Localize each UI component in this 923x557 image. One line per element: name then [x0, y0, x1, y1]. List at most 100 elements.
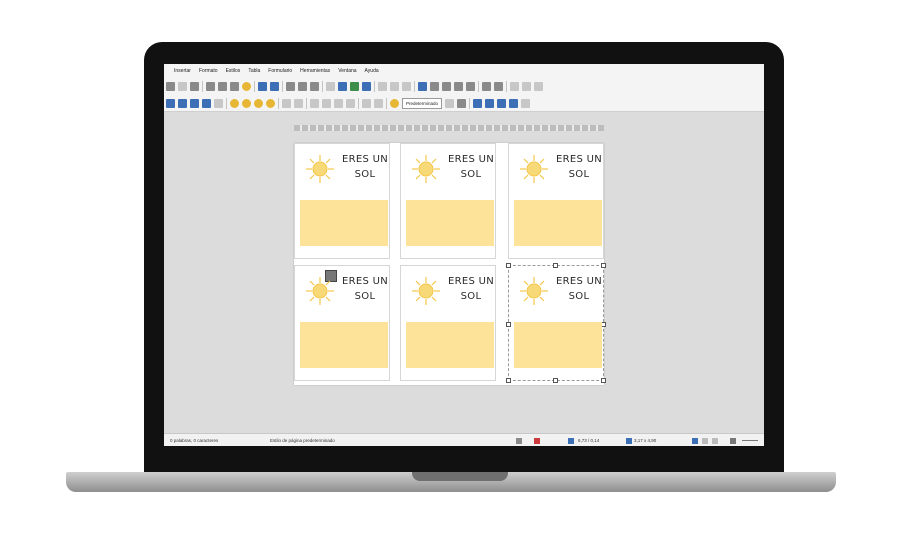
shapes-icon[interactable]	[522, 82, 531, 91]
insert-textbox-icon[interactable]	[362, 82, 371, 91]
send-backward-icon[interactable]	[294, 98, 303, 108]
cross-reference-icon[interactable]	[466, 82, 475, 91]
clone-format-icon[interactable]	[242, 82, 251, 91]
card[interactable]: ERES UN SOL	[508, 143, 604, 259]
style-dropdown-icon[interactable]	[445, 98, 455, 108]
styles-icon[interactable]	[509, 98, 519, 108]
draw-functions-icon[interactable]	[534, 82, 543, 91]
gallery-icon[interactable]	[497, 98, 507, 108]
wrap-through-icon[interactable]	[202, 98, 211, 108]
yellow-text-block[interactable]	[300, 200, 388, 246]
toolbar-separator	[306, 97, 307, 109]
multi-page-view-icon[interactable]	[702, 438, 708, 444]
bring-forward-icon[interactable]	[282, 98, 291, 108]
comment-icon[interactable]	[482, 82, 491, 91]
page-style[interactable]: Estilo de página predeterminado	[270, 438, 335, 443]
insert-chart-icon[interactable]	[350, 82, 359, 91]
card[interactable]: ERES UN SOL	[400, 143, 496, 259]
book-view-icon[interactable]	[712, 438, 718, 444]
resize-handle[interactable]	[506, 322, 511, 327]
formatting-marks-icon[interactable]	[310, 82, 319, 91]
anchor-page-icon[interactable]	[230, 98, 239, 108]
redo-icon[interactable]	[270, 82, 279, 91]
yellow-text-block[interactable]	[300, 322, 388, 368]
single-page-view-icon[interactable]	[692, 438, 698, 444]
horizontal-ruler[interactable]	[294, 125, 604, 131]
card-title: ERES UN SOL	[445, 274, 497, 304]
toolbar-separator	[322, 81, 323, 92]
contour-icon[interactable]	[214, 98, 223, 108]
page-break-icon[interactable]	[378, 82, 387, 91]
bookmark-icon[interactable]	[454, 82, 463, 91]
yellow-text-block[interactable]	[406, 200, 494, 246]
field-icon[interactable]	[390, 82, 399, 91]
resize-handle[interactable]	[553, 263, 558, 268]
cut-icon[interactable]	[206, 82, 215, 91]
word-count[interactable]: 0 palabras, 0 caracteres	[170, 438, 218, 443]
yellow-text-block[interactable]	[514, 322, 602, 368]
update-style-icon[interactable]	[457, 98, 467, 108]
save-icon[interactable]	[190, 82, 199, 91]
menu-ayuda[interactable]: Ayuda	[365, 68, 379, 74]
zoom-out-icon[interactable]	[730, 438, 736, 444]
card[interactable]: ERES UN SOL	[294, 143, 390, 259]
new-document-icon[interactable]	[166, 82, 175, 91]
document-modified-icon[interactable]	[534, 438, 540, 444]
toolbar-separator	[478, 81, 479, 92]
yellow-text-block[interactable]	[514, 200, 602, 246]
document-page[interactable]: ERES UN SOL ERES UN SOL ERES UN SOL ERES…	[294, 143, 606, 385]
unlink-frames-icon[interactable]	[374, 98, 383, 108]
spelling-icon[interactable]	[298, 82, 307, 91]
menu-ventana[interactable]: Ventana	[338, 68, 356, 74]
hyperlink-icon[interactable]	[418, 82, 427, 91]
undo-icon[interactable]	[258, 82, 267, 91]
anchor-paragraph-icon[interactable]	[242, 98, 251, 108]
copy-icon[interactable]	[218, 82, 227, 91]
resize-handle[interactable]	[553, 378, 558, 383]
card[interactable]: ERES UN SOL	[294, 265, 390, 381]
area-style-icon[interactable]	[346, 98, 355, 108]
toolbar-separator	[506, 81, 507, 92]
find-replace-icon[interactable]	[286, 82, 295, 91]
menu-tabla[interactable]: Tabla	[248, 68, 260, 74]
brush-icon[interactable]	[390, 98, 399, 108]
navigator-icon[interactable]	[485, 98, 495, 108]
borders-icon[interactable]	[322, 98, 331, 108]
card-title: ERES UN SOL	[445, 152, 497, 182]
open-icon[interactable]	[178, 82, 187, 91]
wrap-page-icon[interactable]	[178, 98, 187, 108]
anchor-character-icon[interactable]	[254, 98, 263, 108]
wrap-optimal-icon[interactable]	[190, 98, 199, 108]
card[interactable]: ERES UN SOL	[400, 265, 496, 381]
resize-handle[interactable]	[506, 263, 511, 268]
footnote-icon[interactable]	[430, 82, 439, 91]
anchor-as-char-icon[interactable]	[266, 98, 275, 108]
paste-icon[interactable]	[230, 82, 239, 91]
insert-image-icon[interactable]	[338, 82, 347, 91]
link-frames-icon[interactable]	[362, 98, 371, 108]
resize-handle[interactable]	[506, 378, 511, 383]
wrap-off-icon[interactable]	[166, 98, 175, 108]
menu-herramientas[interactable]: Herramientas	[300, 68, 330, 74]
align-objects-icon[interactable]	[310, 98, 319, 108]
zoom-slider[interactable]	[742, 440, 758, 441]
selected-card[interactable]: ERES UN SOL	[506, 263, 606, 383]
track-changes-icon[interactable]	[494, 82, 503, 91]
resize-handle[interactable]	[601, 263, 606, 268]
selection-mode-icon[interactable]	[516, 438, 522, 444]
resize-handle[interactable]	[601, 378, 606, 383]
menu-bar: Insertar Formato Estilos Tabla Formulari…	[164, 64, 764, 78]
special-character-icon[interactable]	[402, 82, 411, 91]
endnote-icon[interactable]	[442, 82, 451, 91]
border-style-icon[interactable]	[334, 98, 343, 108]
yellow-text-block[interactable]	[406, 322, 494, 368]
menu-estilos[interactable]: Estilos	[226, 68, 241, 74]
menu-formulario[interactable]: Formulario	[268, 68, 292, 74]
line-icon[interactable]	[510, 82, 519, 91]
zoom-icon[interactable]	[521, 98, 531, 108]
menu-formato[interactable]: Formato	[199, 68, 218, 74]
insert-table-icon[interactable]	[326, 82, 335, 91]
menu-insertar[interactable]: Insertar	[174, 68, 191, 74]
paragraph-style-select[interactable]: Predeterminado	[402, 97, 443, 109]
properties-icon[interactable]	[473, 98, 483, 108]
